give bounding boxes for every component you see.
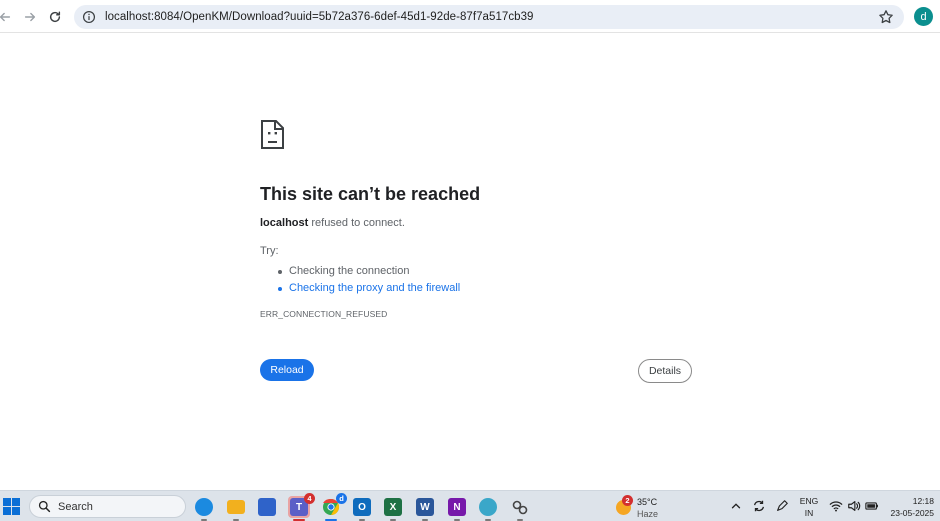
weather-widget[interactable]: 2 35°C Haze (614, 494, 674, 520)
taskbar-app-chrome[interactable]: d (320, 493, 347, 521)
taskbar-app-excel[interactable]: X (382, 496, 404, 521)
search-icon (38, 500, 51, 513)
taskbar-search[interactable]: Search (29, 495, 186, 518)
notification-badge: 4 (304, 493, 315, 504)
sad-document-icon (261, 120, 284, 149)
address-bar[interactable]: localhost:8084/OpenKM/Download?uuid=5b72… (74, 5, 904, 29)
reload-button[interactable]: Reload (260, 359, 314, 381)
tray-sync-button[interactable] (752, 499, 766, 513)
taskbar-app-tool-b[interactable] (509, 496, 531, 521)
taskbar-app-tool-a[interactable] (477, 496, 499, 521)
language-code: ENG (799, 496, 819, 506)
bookmark-star-icon[interactable] (878, 9, 894, 25)
taskbar-app-edge[interactable] (193, 496, 215, 521)
onenote-icon: N (448, 498, 466, 516)
battery-icon (865, 502, 878, 510)
windows-logo-tile (12, 498, 20, 506)
word-icon: W (416, 498, 434, 516)
browser-toolbar: localhost:8084/OpenKM/Download?uuid=5b72… (0, 0, 940, 33)
forward-button[interactable] (19, 6, 41, 28)
tray-pen-button[interactable] (775, 499, 789, 513)
wifi-icon (829, 501, 843, 512)
error-title: This site can’t be reached (260, 184, 481, 204)
input-language[interactable]: ENG IN (797, 495, 821, 519)
suggestion-check-connection: Checking the connection (277, 263, 460, 280)
app-gears-icon (512, 500, 528, 515)
profile-avatar[interactable]: d (914, 7, 933, 26)
edge-icon (195, 498, 213, 516)
windows-logo-tile (12, 507, 20, 515)
weather-condition: Haze (637, 509, 659, 519)
taskbar-app-file-explorer[interactable] (225, 496, 247, 521)
app-tool-icon (479, 498, 497, 516)
pen-icon (777, 500, 788, 511)
weather-alert-badge: 2 (622, 495, 633, 506)
clock-date: 23-05-2025 (890, 508, 934, 518)
store-bag-icon (258, 498, 276, 516)
error-message: localhost refused to connect. (260, 217, 405, 229)
suggestion-list: Checking the connection Checking the pro… (277, 263, 460, 297)
chevron-up-icon (731, 503, 741, 509)
sync-icon (753, 500, 765, 512)
search-placeholder: Search (58, 500, 93, 513)
details-button[interactable]: Details (638, 359, 692, 383)
taskbar-app-outlook[interactable]: O (351, 496, 373, 521)
profile-badge: d (336, 493, 347, 504)
show-hidden-icons-button[interactable] (729, 499, 743, 513)
error-code: ERR_CONNECTION_REFUSED (260, 309, 388, 319)
site-info-icon[interactable] (82, 10, 96, 24)
taskbar-app-teams[interactable]: T 4 (288, 493, 315, 521)
taskbar-app-onenote[interactable]: N (446, 496, 468, 521)
outlook-icon: O (353, 498, 371, 516)
arrow-right-icon (24, 12, 36, 22)
system-clock[interactable]: 12:18 23-05-2025 (884, 495, 934, 519)
error-host: localhost (260, 217, 309, 229)
windows-logo-tile (3, 498, 11, 506)
battery-button[interactable] (865, 499, 879, 513)
url-text[interactable]: localhost:8084/OpenKM/Download?uuid=5b72… (105, 11, 533, 23)
suggestion-check-proxy-firewall-link[interactable]: Checking the proxy and the firewall (277, 280, 460, 297)
clock-time: 12:18 (912, 496, 934, 506)
speaker-icon (848, 501, 861, 511)
error-message-text: refused to connect. (308, 217, 405, 229)
taskbar: Search T 4 d O X W N 2 35°C Haze ENG IN … (0, 490, 940, 521)
taskbar-app-word[interactable]: W (414, 496, 436, 521)
windows-logo-tile (3, 507, 11, 515)
volume-button[interactable] (847, 499, 861, 513)
folder-icon (227, 500, 245, 514)
back-button[interactable] (0, 6, 16, 28)
excel-icon: X (384, 498, 402, 516)
weather-temperature: 35°C (637, 497, 658, 507)
reload-toolbar-button[interactable] (44, 6, 66, 28)
taskbar-app-microsoft-store[interactable] (256, 496, 278, 518)
refresh-icon (49, 11, 61, 23)
language-region: IN (804, 508, 814, 518)
start-button[interactable] (3, 498, 20, 515)
network-button[interactable] (829, 499, 843, 513)
arrow-left-icon (0, 12, 11, 22)
try-label: Try: (260, 245, 279, 257)
